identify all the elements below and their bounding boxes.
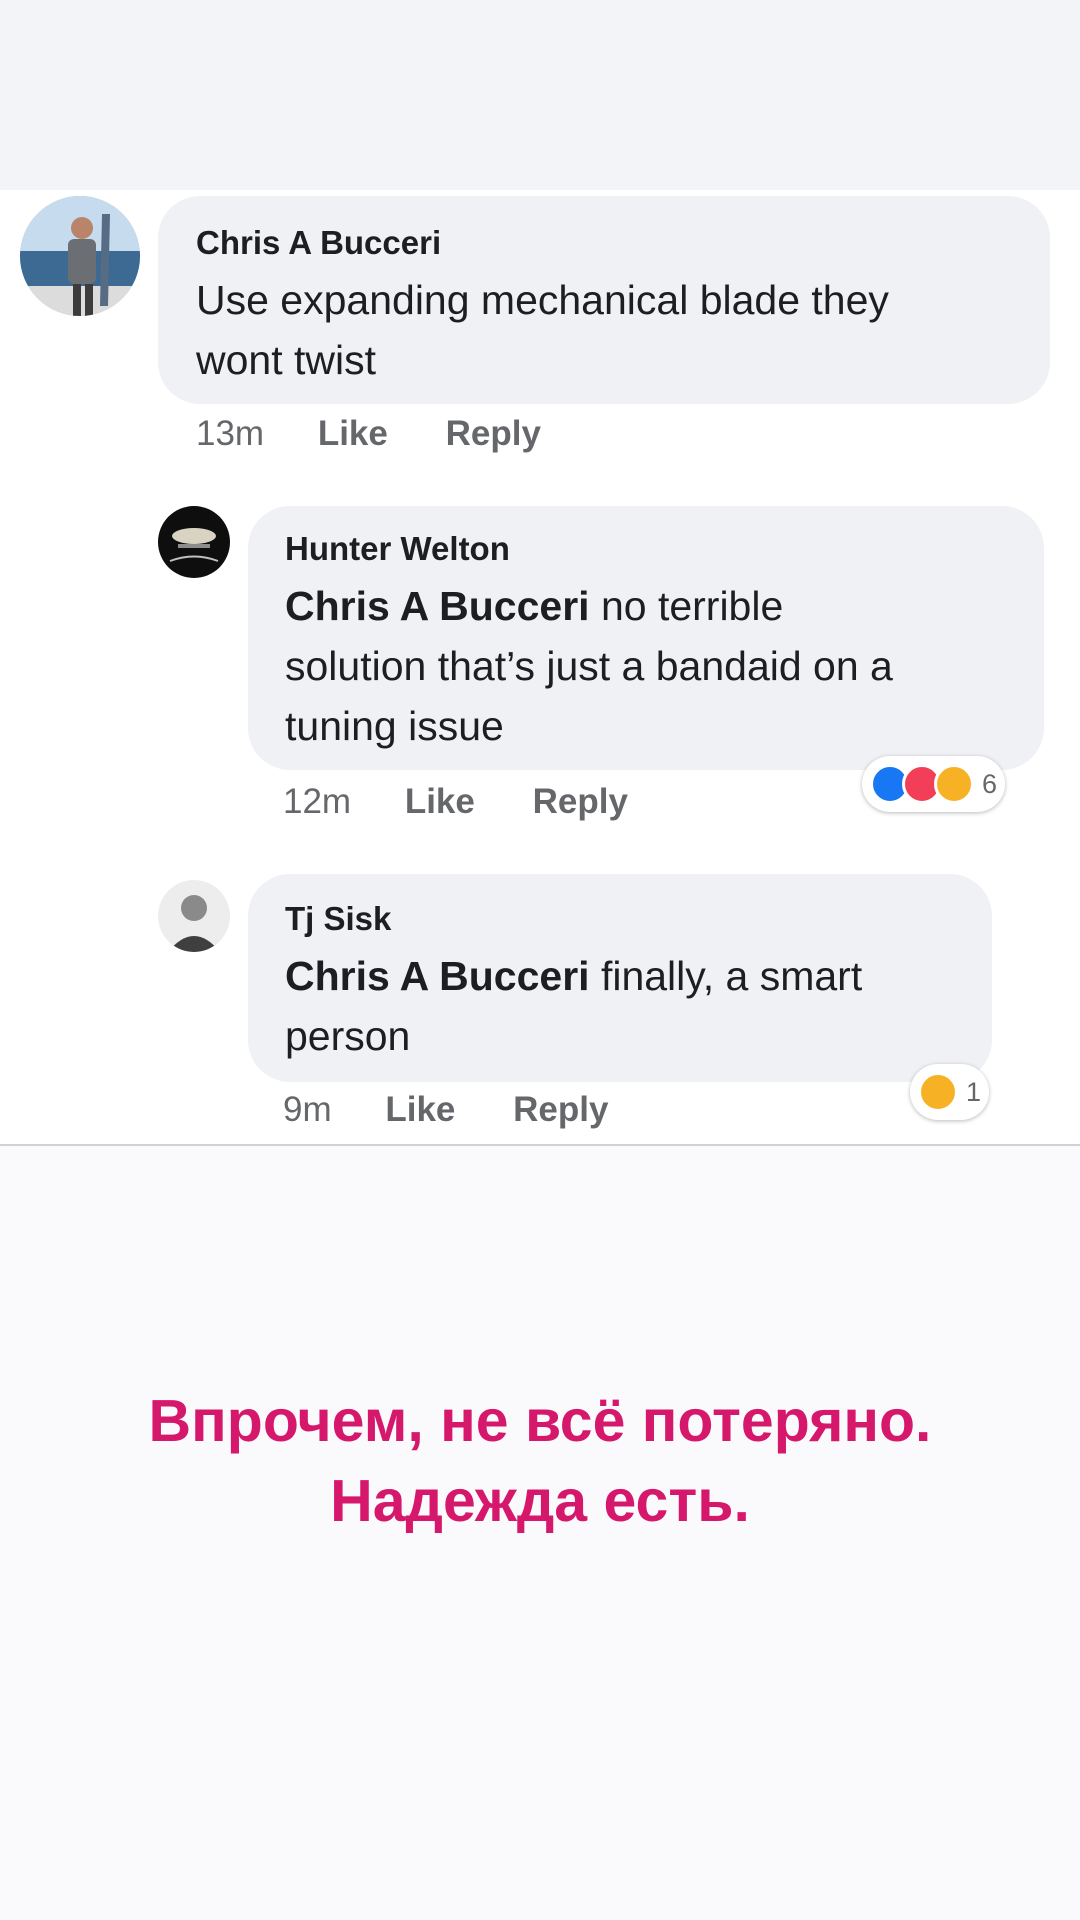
reactions-summary[interactable]: 6 — [862, 756, 1006, 812]
reaction-count: 1 — [966, 1076, 982, 1107]
reply-button[interactable]: Reply — [513, 1090, 608, 1129]
comment-text: Chris A Bucceri finally, a smart person — [285, 946, 975, 1066]
comment-timestamp: 9m — [283, 1090, 332, 1129]
comment-text-line: wont twist — [196, 337, 376, 383]
comment-text-line: person — [285, 1013, 411, 1059]
fisherman-photo-icon — [20, 196, 140, 316]
reply-button[interactable]: Reply — [446, 414, 541, 453]
hunter-welton-avatar[interactable] — [158, 506, 230, 578]
comment-author[interactable]: Chris A Bucceri — [196, 224, 441, 262]
chris-bucceri-avatar[interactable] — [20, 196, 140, 316]
comment-timestamp: 13m — [196, 414, 265, 453]
comments-screenshot: Chris A Bucceri Use expanding mechanical… — [0, 190, 1080, 1146]
comment-text-line: Chris A Bucceri finally, a smart — [285, 946, 975, 1006]
like-button[interactable]: Like — [405, 782, 475, 821]
mention-link[interactable]: Chris A Bucceri — [285, 953, 590, 999]
boat-photo-icon — [158, 506, 230, 578]
comment-text-line: solution that’s just a bandaid on a — [285, 643, 893, 689]
story-caption-line: Надежда есть. — [330, 1468, 750, 1534]
comment-text-line: tuning issue — [285, 703, 504, 749]
comment-text-line: Use expanding mechanical blade they — [196, 277, 889, 323]
portrait-photo-icon — [158, 880, 230, 952]
mention-link[interactable]: Chris A Bucceri — [285, 583, 590, 629]
comment-meta: 9m Like Reply — [283, 1090, 608, 1130]
story-caption-line: Впрочем, не всё потеряно. — [148, 1388, 932, 1454]
reactions-summary[interactable]: 1 — [910, 1064, 990, 1120]
comment-timestamp: 12m — [283, 782, 352, 821]
like-button[interactable]: Like — [385, 1090, 455, 1129]
comment-author[interactable]: Hunter Welton — [285, 530, 510, 568]
comment-author[interactable]: Tj Sisk — [285, 900, 391, 938]
reaction-count: 6 — [982, 768, 998, 799]
comment-text-fragment: finally, a smart — [589, 953, 863, 999]
comment-meta: 13m Like Reply — [196, 414, 541, 454]
comment-text: Chris A Bucceri no terrible solution tha… — [285, 576, 1025, 756]
comment-text-fragment: no terrible — [589, 583, 784, 629]
comment-text: Use expanding mechanical blade they wont… — [196, 270, 1036, 390]
haha-icon — [934, 764, 974, 804]
comment-meta: 12m Like Reply — [283, 782, 628, 822]
tj-sisk-avatar[interactable] — [158, 880, 230, 952]
top-background-band — [0, 0, 1080, 190]
comment-text-line: Chris A Bucceri no terrible — [285, 576, 1025, 636]
haha-icon — [918, 1072, 958, 1112]
like-button[interactable]: Like — [318, 414, 388, 453]
reply-button[interactable]: Reply — [533, 782, 628, 821]
